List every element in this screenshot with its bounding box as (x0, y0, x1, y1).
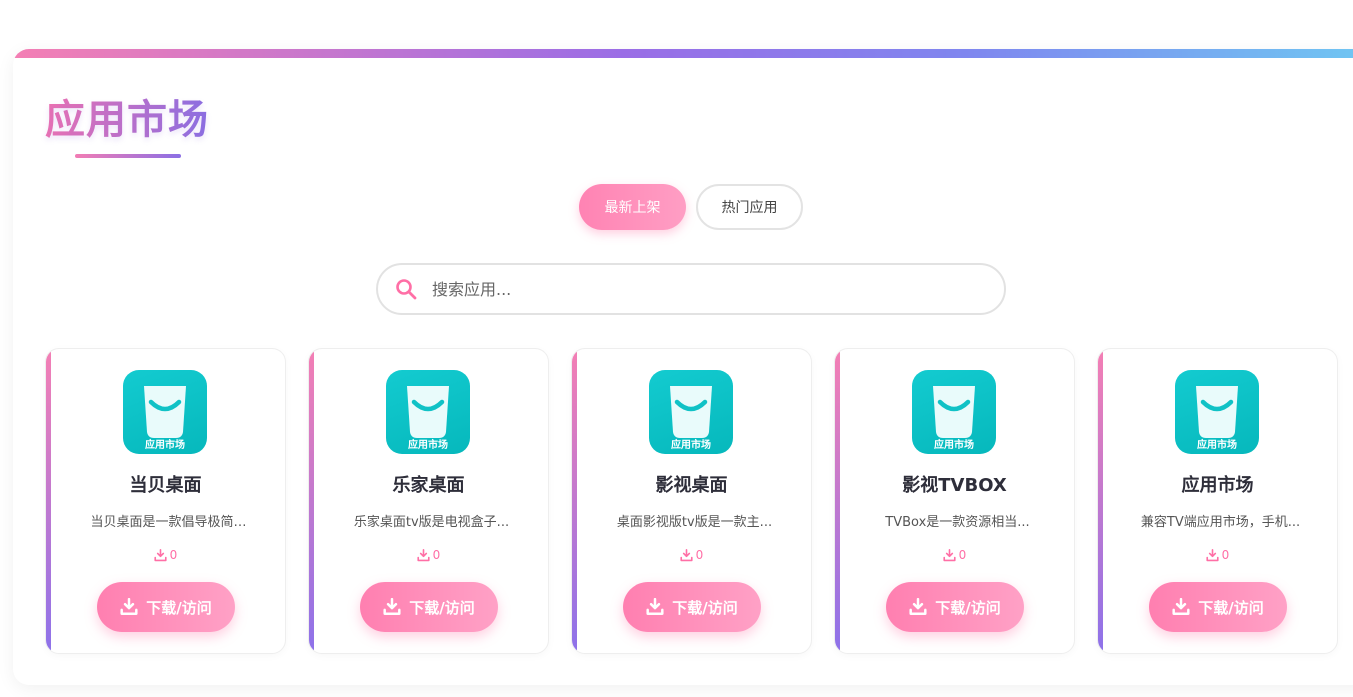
download-count-value: 0 (432, 548, 441, 562)
app-name: 乐家桌面 (392, 475, 465, 496)
card-accent-bar (835, 349, 840, 653)
app-description: 兼容TV端应用市场，手机... (1140, 515, 1301, 530)
download-count-value: 0 (695, 548, 704, 562)
download-count: 0 (46, 548, 285, 562)
download-icon (154, 548, 167, 561)
download-count-value: 0 (1221, 548, 1230, 562)
app-card[interactable]: 应用市场 当贝桌面 当贝桌面是一款倡导极简… 0 下载/访问 (45, 348, 286, 654)
card-accent-bar (309, 349, 314, 653)
tab-popular[interactable]: 热门应用 (696, 184, 803, 230)
download-button-label: 下载/访问 (935, 598, 1001, 617)
download-button[interactable]: 下载/访问 (1149, 582, 1287, 632)
search-input[interactable] (430, 278, 974, 300)
download-button-label: 下载/访问 (1198, 598, 1264, 617)
download-button[interactable]: 下载/访问 (97, 582, 235, 632)
app-name: 应用市场 (1181, 475, 1254, 496)
shopping-bag-icon[interactable]: 应用市场 (1175, 370, 1259, 454)
download-icon (417, 548, 430, 561)
app-market-panel: 应用市场 最新上架 热门应用 应用市场 当贝桌面 当贝桌面是一款倡导极简… 0 (13, 49, 1353, 685)
download-icon (383, 598, 401, 615)
download-button-label: 下载/访问 (146, 598, 212, 617)
download-icon (646, 598, 664, 615)
gradient-top-bar (13, 49, 1353, 58)
download-button[interactable]: 下载/访问 (360, 582, 498, 632)
shopping-bag-icon[interactable]: 应用市场 (649, 370, 733, 454)
app-name: 影视桌面 (655, 475, 728, 496)
download-count-value: 0 (169, 548, 178, 562)
tab-latest[interactable]: 最新上架 (579, 184, 686, 230)
app-card[interactable]: 应用市场 影视桌面 桌面影视版tv版是一款主... 0 下载/访问 (571, 348, 812, 654)
app-icon-caption: 应用市场 (1197, 440, 1237, 451)
app-card[interactable]: 应用市场 影视TVBOX TVBox是一款资源相当... 0 下载/访问 (834, 348, 1075, 654)
shopping-bag-icon[interactable]: 应用市场 (386, 370, 470, 454)
download-count: 0 (572, 548, 811, 562)
search-icon (396, 279, 417, 300)
card-accent-bar (572, 349, 577, 653)
download-count: 0 (835, 548, 1074, 562)
app-description: TVBox是一款资源相当... (885, 515, 1030, 530)
download-button-label: 下载/访问 (672, 598, 738, 617)
download-icon (909, 598, 927, 615)
app-description: 桌面影视版tv版是一款主... (616, 515, 773, 530)
app-description: 当贝桌面是一款倡导极简… (90, 515, 247, 530)
download-button[interactable]: 下载/访问 (886, 582, 1024, 632)
download-count-value: 0 (958, 548, 967, 562)
app-name: 当贝桌面 (129, 475, 202, 496)
download-button-label: 下载/访问 (409, 598, 475, 617)
shopping-bag-icon[interactable]: 应用市场 (912, 370, 996, 454)
app-icon-caption: 应用市场 (671, 440, 711, 451)
app-icon-caption: 应用市场 (934, 440, 974, 451)
app-card[interactable]: 应用市场 乐家桌面 乐家桌面tv版是电视盒子... 0 下载/访问 (308, 348, 549, 654)
download-count: 0 (1098, 548, 1337, 562)
card-accent-bar (1098, 349, 1103, 653)
app-icon-caption: 应用市场 (145, 440, 185, 451)
download-icon (680, 548, 693, 561)
download-icon (943, 548, 956, 561)
app-description: 乐家桌面tv版是电视盒子... (353, 515, 510, 530)
search-box[interactable] (376, 263, 1006, 315)
card-accent-bar (46, 349, 51, 653)
download-button[interactable]: 下载/访问 (623, 582, 761, 632)
download-count: 0 (309, 548, 548, 562)
app-icon-caption: 应用市场 (408, 440, 448, 451)
shopping-bag-icon[interactable]: 应用市场 (123, 370, 207, 454)
page-title: 应用市场 (45, 87, 209, 145)
app-name: 影视TVBOX (902, 475, 1007, 496)
app-card[interactable]: 应用市场 应用市场 兼容TV端应用市场，手机... 0 下载/访问 (1097, 348, 1338, 654)
download-icon (1172, 598, 1190, 615)
download-icon (1206, 548, 1219, 561)
download-icon (120, 598, 138, 615)
title-underline (75, 154, 181, 158)
